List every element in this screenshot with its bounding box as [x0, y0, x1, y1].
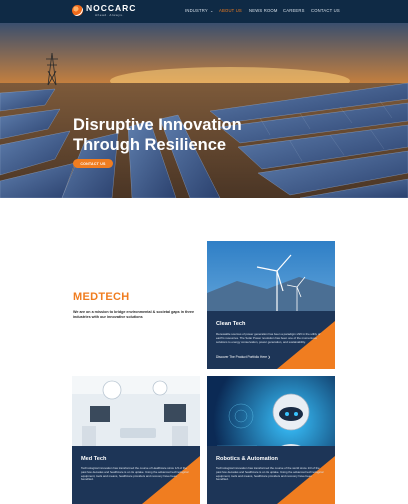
card-title: Clean Tech — [216, 321, 246, 327]
hero-banner: Disruptive Innovation Through Resilience… — [0, 23, 408, 198]
contact-us-button[interactable]: CONTACT US — [73, 159, 113, 168]
chevron-down-icon: ⌄ — [209, 8, 214, 13]
nav-item-about-us[interactable]: ABOUT US — [219, 8, 242, 13]
nav-item-label: INDUSTRY — [185, 8, 208, 13]
hero-solar-farm-image — [0, 23, 408, 198]
nav-item-news-room[interactable]: NEWS ROOM — [249, 8, 278, 13]
card-title: Med Tech — [81, 456, 107, 462]
card-title: Robotics & Automation — [216, 456, 278, 462]
nav-item-careers[interactable]: CAREERS — [283, 8, 305, 13]
link-label: Discover The Product Portfolio Here — [216, 355, 267, 359]
card-robotics-automation[interactable]: Robotics & Automation Technological inno… — [207, 376, 335, 504]
section-title: MEDTECH — [73, 291, 130, 303]
card-text: Technological innovation has transformed… — [81, 466, 189, 482]
nav-item-industry[interactable]: INDUSTRY ⌄ — [185, 8, 214, 13]
top-navbar: NOCCARC Ahead. Always. INDUSTRY ⌄ ABOUT U… — [0, 0, 408, 23]
section-description: We are on a mission to bridge environmen… — [73, 310, 195, 319]
card-med-tech[interactable]: Med Tech Technological innovation has tr… — [72, 376, 200, 504]
main-nav: INDUSTRY ⌄ ABOUT US NEWS ROOM CAREERS CON… — [0, 8, 408, 16]
card-clean-tech[interactable]: Clean Tech Renewable sources of power ge… — [207, 241, 335, 369]
hero-title: Disruptive Innovation Through Resilience — [73, 116, 242, 154]
arrow-right-icon: ❯ — [267, 355, 271, 359]
discover-products-link[interactable]: Discover The Product Portfolio Here ❯ — [216, 355, 271, 359]
card-text: Renewable sources of power generation ha… — [216, 332, 321, 344]
card-text: Technological innovation has transformed… — [216, 466, 324, 482]
nav-item-contact-us[interactable]: CONTACT US — [311, 8, 340, 13]
